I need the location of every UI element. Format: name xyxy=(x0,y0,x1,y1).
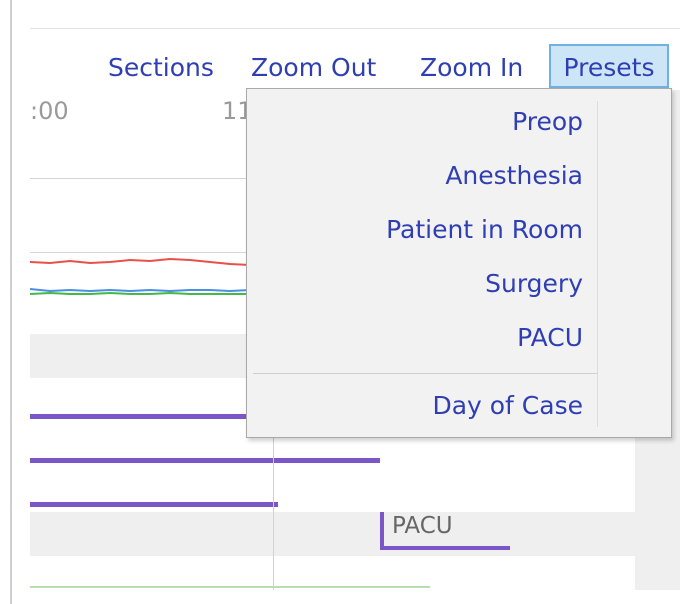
timeline-event-bar[interactable] xyxy=(30,414,250,419)
timeline-event-bar[interactable] xyxy=(30,458,380,463)
preset-item-patient-in-room[interactable]: Patient in Room xyxy=(386,215,583,244)
timeline-row-band xyxy=(30,334,250,378)
zoom-out-button[interactable]: Zoom Out xyxy=(251,48,376,88)
time-gridline xyxy=(273,438,274,590)
preset-item-pacu[interactable]: PACU xyxy=(517,323,583,352)
row-divider xyxy=(30,178,250,179)
vital-line-blue xyxy=(30,288,250,293)
preset-item-anesthesia[interactable]: Anesthesia xyxy=(445,161,583,190)
preset-item-surgery[interactable]: Surgery xyxy=(485,269,583,298)
presets-dropdown-menu: Preop Anesthesia Patient in Room Surgery… xyxy=(246,88,672,438)
preset-item-day-of-case[interactable]: Day of Case xyxy=(432,391,583,420)
timeline-baseline xyxy=(30,586,430,588)
vital-line-red xyxy=(30,257,250,266)
toolbar-top-rule xyxy=(30,28,680,29)
presets-button[interactable]: Presets xyxy=(549,44,669,88)
zoom-in-button[interactable]: Zoom In xyxy=(420,48,523,88)
vitals-trend-chart xyxy=(30,257,250,295)
panel-left-border xyxy=(10,0,12,604)
sections-button[interactable]: Sections xyxy=(108,48,214,88)
preset-item-preop[interactable]: Preop xyxy=(512,107,583,136)
case-timeline-view: Sections Zoom Out Zoom In Presets :00 11… xyxy=(0,0,680,604)
menu-column-divider xyxy=(597,101,598,427)
menu-separator xyxy=(253,373,597,374)
pacu-phase-label: PACU xyxy=(392,513,453,539)
timeline-event-bar[interactable] xyxy=(30,502,278,507)
time-tick-label: :00 xyxy=(30,97,69,125)
timeline-row-band xyxy=(30,512,635,556)
vital-line-green xyxy=(30,291,250,295)
